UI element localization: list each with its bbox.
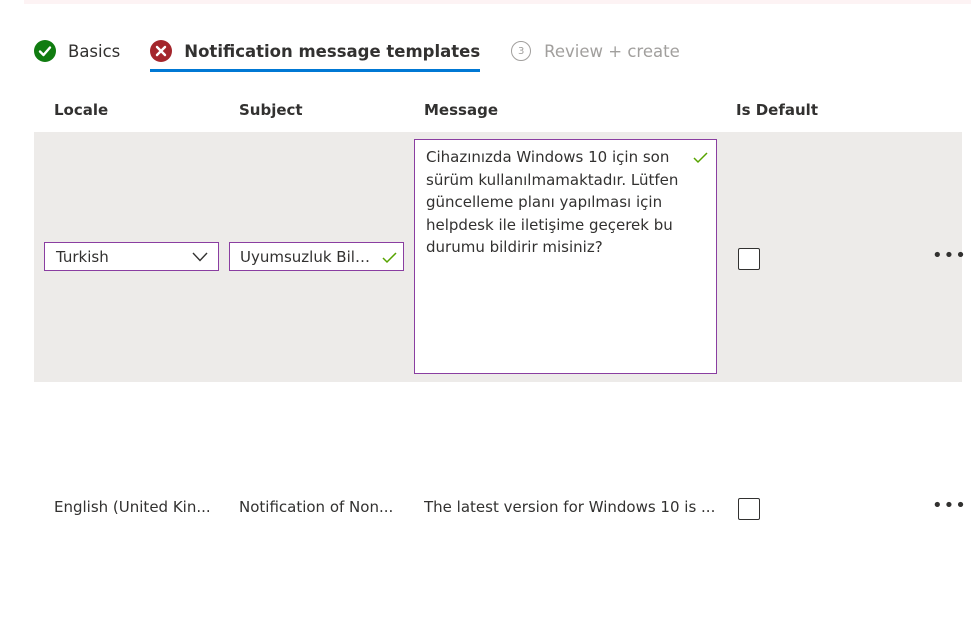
- table-row[interactable]: Turkish Uyumsuzluk Bildirimi Cihazınızda…: [34, 132, 966, 382]
- subject-cell: Notification of Non...: [239, 498, 394, 516]
- message-value: Cihazınızda Windows 10 için son sürüm ku…: [426, 148, 679, 256]
- column-header-subject: Subject: [239, 101, 303, 119]
- message-cell: The latest version for Windows 10 is ...: [424, 498, 716, 516]
- locale-dropdown[interactable]: Turkish: [44, 242, 219, 271]
- step-label: Basics: [68, 41, 121, 61]
- step-basics[interactable]: Basics: [34, 38, 120, 64]
- is-default-checkbox[interactable]: [738, 248, 760, 270]
- subject-value: Uyumsuzluk Bildirimi: [240, 248, 398, 266]
- wizard-steps: Basics Notification message templates 3 …: [34, 38, 710, 74]
- message-textarea[interactable]: Cihazınızda Windows 10 için son sürüm ku…: [414, 139, 717, 374]
- error-x-icon: [150, 40, 173, 62]
- valid-check-icon: [382, 250, 397, 268]
- success-check-icon: [34, 40, 56, 62]
- table-row[interactable]: English (United Kin... Notification of N…: [34, 382, 966, 632]
- locale-cell: English (United Kin...: [54, 498, 211, 516]
- more-options-icon[interactable]: •••: [932, 495, 967, 516]
- locale-value: Turkish: [56, 248, 109, 266]
- step-notification-templates[interactable]: Notification message templates: [150, 38, 481, 72]
- step-number-icon: 3: [510, 40, 532, 62]
- valid-check-icon: [693, 148, 708, 171]
- is-default-checkbox[interactable]: [738, 498, 760, 520]
- step-number: 3: [511, 41, 532, 61]
- step-label: Review + create: [544, 41, 680, 61]
- chevron-down-icon: [192, 249, 208, 267]
- column-header-locale: Locale: [54, 101, 109, 119]
- more-options-icon[interactable]: •••: [932, 245, 967, 266]
- column-header-message: Message: [424, 101, 498, 119]
- column-header-is-default: Is Default: [736, 101, 818, 119]
- subject-input[interactable]: Uyumsuzluk Bildirimi: [229, 242, 404, 271]
- step-review-create[interactable]: 3 Review + create: [510, 38, 680, 64]
- top-strip: [24, 0, 971, 4]
- table-header: Locale Subject Message Is Default: [34, 96, 962, 126]
- step-label: Notification message templates: [184, 41, 481, 61]
